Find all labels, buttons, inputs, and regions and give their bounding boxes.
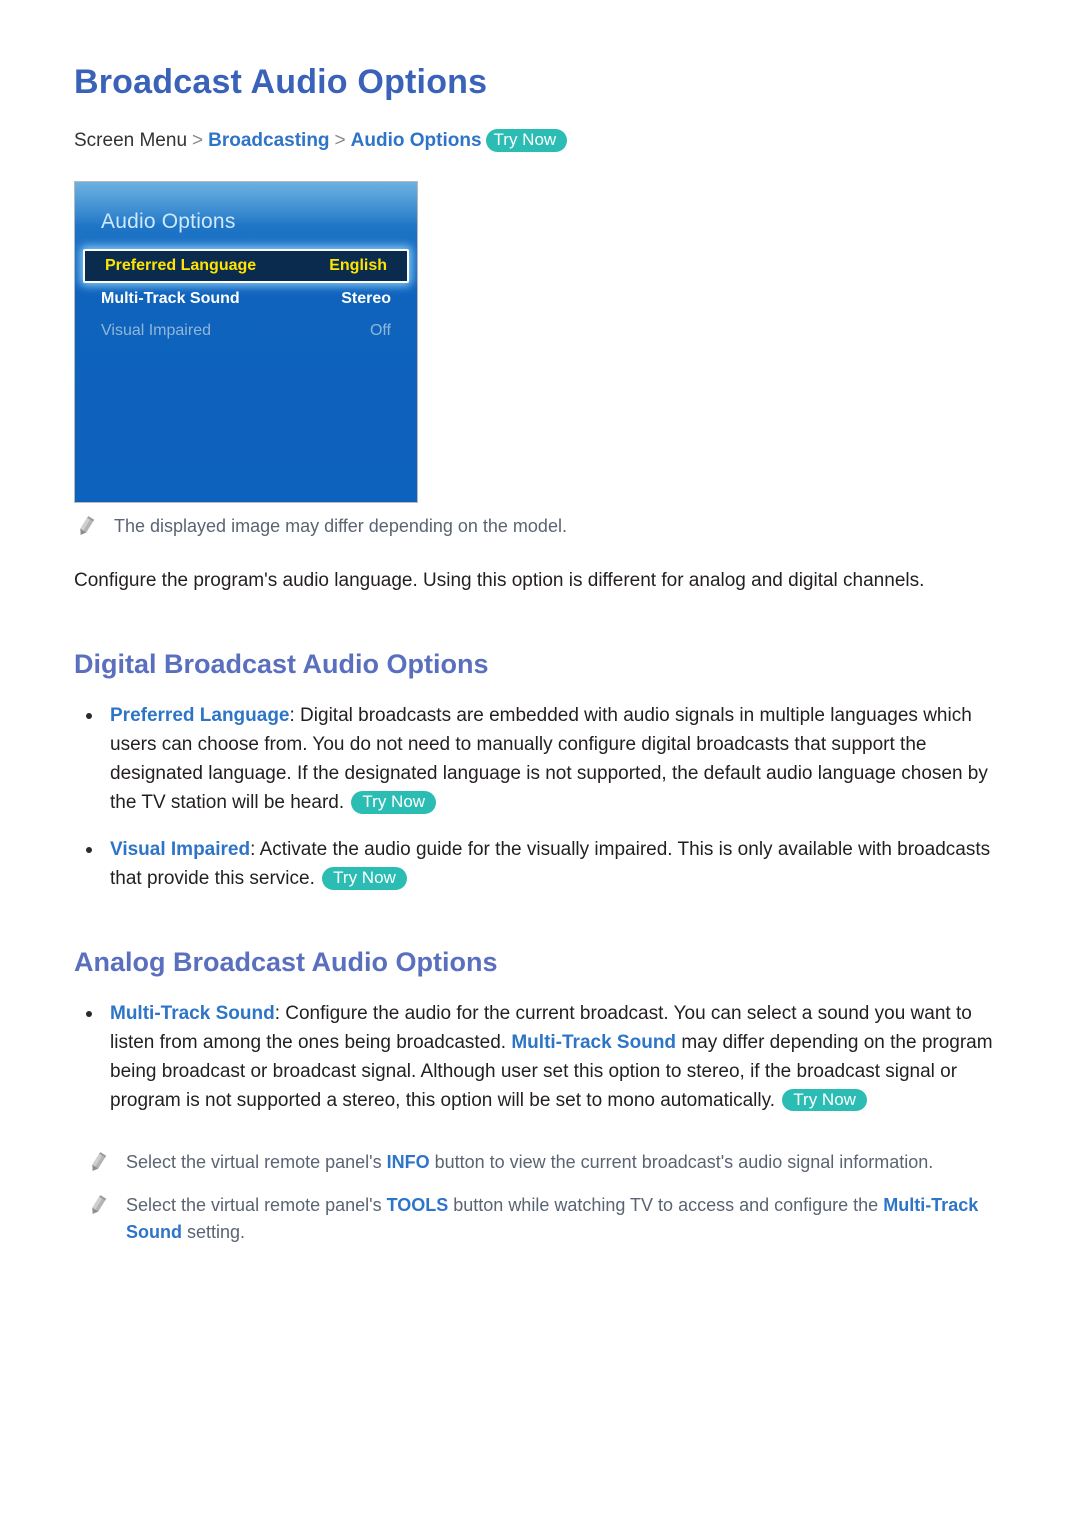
tv-menu-row-list: Preferred Language English Multi-Track S…	[75, 249, 417, 347]
pencil-icon	[86, 1194, 108, 1218]
tv-row-label: Preferred Language	[105, 257, 257, 275]
pencil-icon	[74, 515, 96, 539]
content-column: Broadcast Audio Options Screen Menu > Broa…	[74, 62, 1014, 1262]
footer-note-text: Select the virtual remote panel's TOOLS …	[126, 1192, 1014, 1246]
footer-note-highlight-info: INFO	[386, 1152, 430, 1173]
footer-note-part3: setting.	[182, 1222, 246, 1243]
bullet-preferred-language: Preferred Language: Digital broadcasts a…	[74, 702, 1014, 818]
pencil-icon	[86, 1151, 108, 1175]
breadcrumb-item-audio-options[interactable]: Audio Options	[351, 130, 482, 151]
bullet-term-visual-impaired: Visual Impaired	[110, 838, 251, 860]
footer-note-part2: button to view the current broadcast's a…	[429, 1152, 934, 1173]
footer-note-highlight-tools: TOOLS	[386, 1195, 449, 1216]
footer-note-part1: Select the virtual remote panel's	[126, 1152, 387, 1173]
tv-menu-title: Audio Options	[101, 210, 236, 234]
tv-menu-row-multi-track-sound[interactable]: Multi-Track Sound Stereo	[81, 283, 411, 315]
tv-row-value: English	[329, 257, 387, 275]
tv-row-label: Visual Impaired	[101, 322, 211, 340]
footer-note-part1: Select the virtual remote panel's	[126, 1195, 387, 1216]
breadcrumb-separator-2: >	[334, 129, 346, 151]
footer-note-part2: button while watching TV to access and c…	[448, 1195, 884, 1216]
tv-menu-screenshot: Audio Options Preferred Language English…	[74, 181, 418, 504]
try-now-badge-breadcrumb[interactable]: Try Now	[485, 128, 568, 152]
section-heading-digital: Digital Broadcast Audio Options	[74, 648, 489, 679]
tv-menu-row-visual-impaired: Visual Impaired Off	[81, 315, 411, 347]
tv-row-value: Stereo	[341, 290, 391, 308]
breadcrumb-separator-1: >	[192, 129, 204, 151]
footer-note-text: Select the virtual remote panel's INFO b…	[126, 1149, 933, 1176]
breadcrumb: Screen Menu > Broadcasting > Audio Options Tr…	[74, 128, 1014, 154]
bullet-inline-term-multi-track-sound: Multi-Track Sound	[511, 1031, 677, 1053]
tv-row-label: Multi-Track Sound	[101, 290, 240, 308]
breadcrumb-root: Screen Menu	[74, 129, 188, 151]
bullet-multi-track-sound: Multi-Track Sound: Configure the audio f…	[74, 1000, 1014, 1116]
document-page: Broadcast Audio Options Screen Menu > Broa…	[0, 0, 1080, 1527]
try-now-badge-multi-track-sound[interactable]: Try Now	[782, 1088, 867, 1112]
try-now-badge-preferred-language[interactable]: Try Now	[351, 790, 437, 814]
tv-row-value: Off	[369, 322, 391, 340]
section-heading-analog: Analog Broadcast Audio Options	[74, 946, 498, 977]
footer-note-info: Select the virtual remote panel's INFO b…	[74, 1149, 1014, 1176]
bullet-term-multi-track-sound: Multi-Track Sound	[110, 1002, 275, 1024]
intro-paragraph: Configure the program's audio language. …	[74, 570, 925, 592]
page-title: Broadcast Audio Options	[74, 63, 488, 101]
breadcrumb-item-broadcasting[interactable]: Broadcasting	[208, 130, 329, 151]
try-now-badge-visual-impaired[interactable]: Try Now	[322, 866, 407, 890]
bullet-term-preferred-language: Preferred Language	[110, 705, 290, 727]
footer-notes: Select the virtual remote panel's INFO b…	[74, 1149, 1014, 1246]
image-disclaimer-text: The displayed image may differ depending…	[114, 516, 567, 537]
bullet-visual-impaired: Visual Impaired: Activate the audio guid…	[74, 836, 1014, 894]
footer-note-tools: Select the virtual remote panel's TOOLS …	[74, 1192, 1014, 1246]
image-disclaimer-note: The displayed image may differ depending…	[74, 513, 1014, 540]
tv-menu-row-preferred-language[interactable]: Preferred Language English	[83, 249, 409, 284]
